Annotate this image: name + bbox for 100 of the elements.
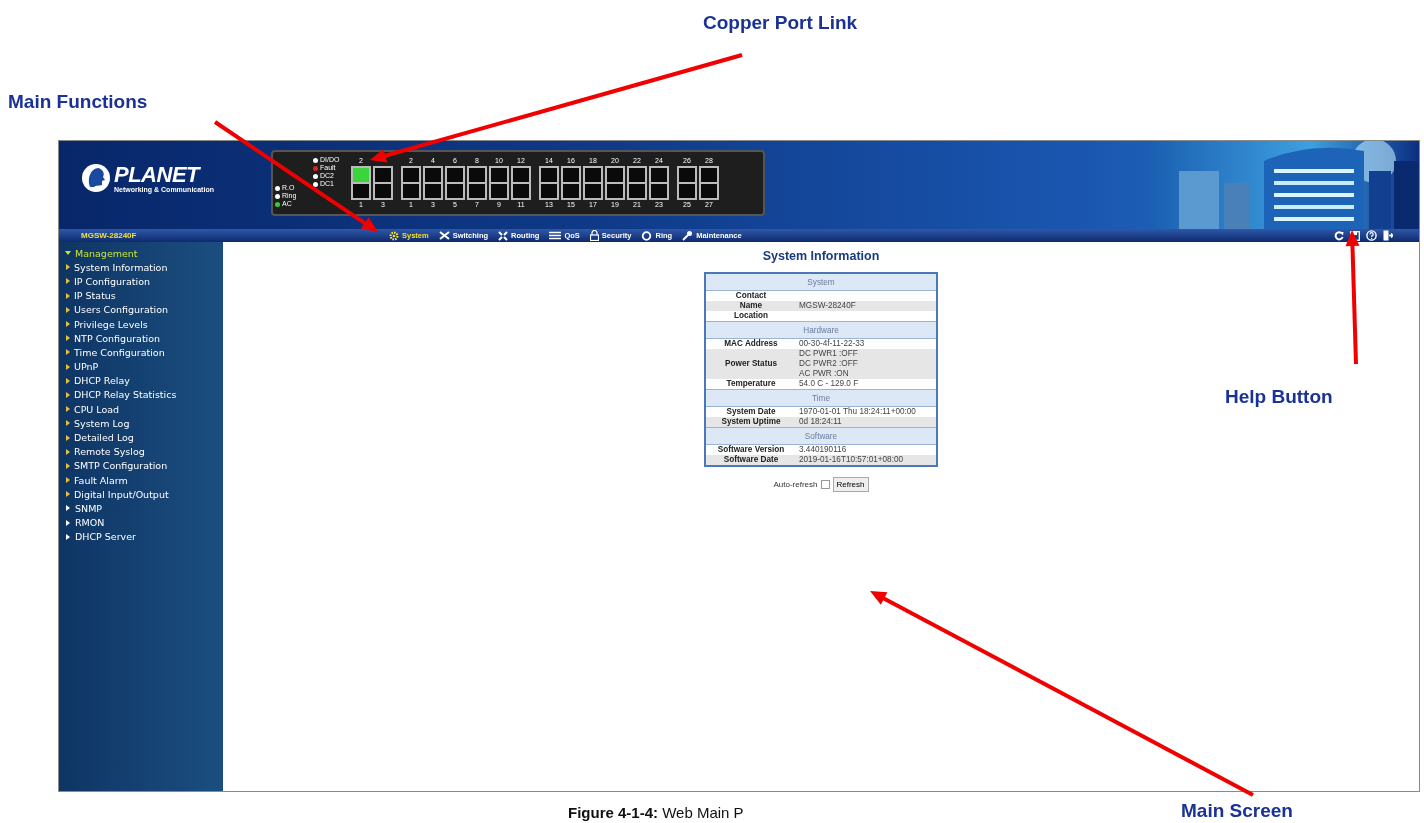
section-heading: Time — [705, 389, 937, 407]
section-heading: Software — [705, 427, 937, 445]
refresh-icon[interactable] — [1334, 230, 1344, 241]
sidebar-item[interactable]: Fault Alarm — [74, 474, 128, 486]
caret-right-icon[interactable] — [65, 533, 71, 540]
bullet-icon — [66, 406, 70, 413]
figure-caption: Figure 4-1-4: Web Main P — [568, 804, 744, 821]
port-socket[interactable] — [447, 184, 463, 198]
help-icon[interactable] — [1366, 230, 1377, 241]
refresh-button[interactable]: Refresh — [832, 477, 869, 492]
section-heading: System — [705, 273, 937, 291]
port-socket[interactable] — [541, 184, 557, 198]
section-heading: Hardware — [705, 321, 937, 339]
bullet-icon — [66, 448, 70, 455]
sidebar-item[interactable]: Detailed Log — [74, 432, 134, 444]
table-cell: System Uptime — [705, 417, 796, 428]
port-socket[interactable] — [491, 184, 507, 198]
model-name: MGSW-28240F — [80, 231, 138, 240]
sidebar-item[interactable]: SMTP Configuration — [74, 460, 168, 472]
port-socket[interactable] — [679, 184, 695, 198]
table-cell: 3.440190116 — [796, 444, 937, 455]
caret-right-icon[interactable] — [65, 519, 71, 526]
table-cell: Temperature — [705, 379, 796, 390]
port-socket[interactable] — [375, 184, 391, 198]
bullet-icon — [66, 420, 70, 427]
port-socket[interactable] — [679, 168, 695, 182]
port-socket[interactable] — [353, 184, 369, 198]
table-cell: MAC Address — [705, 338, 796, 349]
table-cell: System Date — [705, 406, 796, 417]
port-socket[interactable] — [541, 168, 557, 182]
padlock-icon — [589, 230, 599, 241]
sidebar-item[interactable]: Time Configuration — [74, 346, 165, 358]
port-socket[interactable] — [651, 184, 667, 198]
checkbox-label: Auto-refresh — [773, 480, 818, 489]
port-socket[interactable] — [491, 168, 507, 182]
logout-icon[interactable] — [1383, 230, 1393, 241]
table-cell: Software Date — [705, 455, 796, 466]
bullet-icon — [66, 306, 70, 313]
sidebar-item[interactable]: Remote Syslog — [74, 446, 145, 458]
port-socket[interactable] — [607, 184, 623, 198]
port-socket[interactable] — [629, 184, 645, 198]
port-socket[interactable] — [701, 168, 717, 182]
table-cell: DC PWR1 :OFF DC PWR2 :OFF AC PWR :ON — [796, 349, 937, 379]
port-socket[interactable] — [513, 184, 529, 198]
port-socket[interactable] — [607, 168, 623, 182]
port-socket[interactable] — [403, 168, 419, 182]
port-socket[interactable] — [629, 168, 645, 182]
port-socket[interactable] — [403, 184, 419, 198]
save-icon[interactable] — [1350, 230, 1360, 241]
sidebar-item[interactable]: DHCP Relay Statistics — [74, 389, 177, 401]
crossed-arrows-icon — [438, 231, 450, 240]
port-socket[interactable] — [651, 168, 667, 182]
port-socket[interactable] — [701, 184, 717, 198]
sidebar-item[interactable]: Users Configuration — [74, 304, 169, 316]
table-cell: Software Version — [705, 444, 796, 455]
table-cell: MGSW-28240F — [796, 301, 937, 311]
page-title: System Information — [762, 249, 880, 263]
sidebar-item[interactable]: NTP Configuration — [74, 332, 161, 344]
sidebar-item[interactable]: SNMP — [75, 502, 103, 514]
port-socket[interactable] — [563, 168, 579, 182]
port-socket[interactable] — [353, 168, 369, 182]
sidebar-item[interactable]: UPnP — [74, 361, 99, 373]
port-socket[interactable] — [585, 184, 601, 198]
sidebar-item[interactable]: DHCP Relay — [74, 375, 130, 387]
port-socket[interactable] — [375, 168, 391, 182]
caret-right-icon[interactable] — [65, 505, 71, 512]
callout-label: Main Screen — [1181, 800, 1293, 822]
port-socket[interactable] — [585, 168, 601, 182]
port-socket[interactable] — [425, 168, 441, 182]
bullet-icon — [66, 278, 70, 285]
port-socket[interactable] — [513, 168, 529, 182]
lines-icon — [549, 231, 562, 240]
checkbox[interactable] — [820, 480, 830, 489]
sidebar-item[interactable]: Privilege Levels — [74, 318, 148, 330]
logo-wordmark: PLANET — [114, 163, 202, 186]
sidebar-item[interactable]: RMON — [75, 517, 105, 529]
port-socket[interactable] — [563, 184, 579, 198]
logo-icon — [81, 163, 111, 193]
table-cell: 1970-01-01 Thu 18:24:11+00:00 — [796, 406, 937, 417]
callout-label: Copper Port Link — [703, 12, 858, 34]
sidebar-item[interactable]: IP Configuration — [74, 275, 150, 287]
sidebar-item[interactable]: Management — [75, 247, 138, 259]
sidebar-item[interactable]: Digital Input/Output — [74, 488, 169, 500]
port-socket[interactable] — [469, 168, 485, 182]
port-socket[interactable] — [447, 168, 463, 182]
port-socket[interactable] — [425, 184, 441, 198]
sidebar-item[interactable]: CPU Load — [74, 403, 120, 415]
table-cell: 2019-01-16T10:57:01+08:00 — [796, 455, 937, 466]
sidebar-item[interactable]: DHCP Server — [75, 531, 136, 543]
table-cell: 54.0 C - 129.0 F — [796, 379, 937, 390]
table-cell: Power Status — [705, 349, 796, 379]
callout-label: Main Functions — [8, 91, 148, 113]
arrows-icon — [498, 230, 509, 241]
caret-down-icon[interactable] — [65, 250, 71, 257]
bullet-icon — [66, 462, 70, 469]
port-socket[interactable] — [469, 184, 485, 198]
bullet-icon — [66, 264, 70, 271]
sidebar-item[interactable]: System Information — [74, 261, 168, 273]
sidebar-item[interactable]: IP Status — [74, 290, 116, 302]
sidebar-item[interactable]: System Log — [74, 417, 130, 429]
